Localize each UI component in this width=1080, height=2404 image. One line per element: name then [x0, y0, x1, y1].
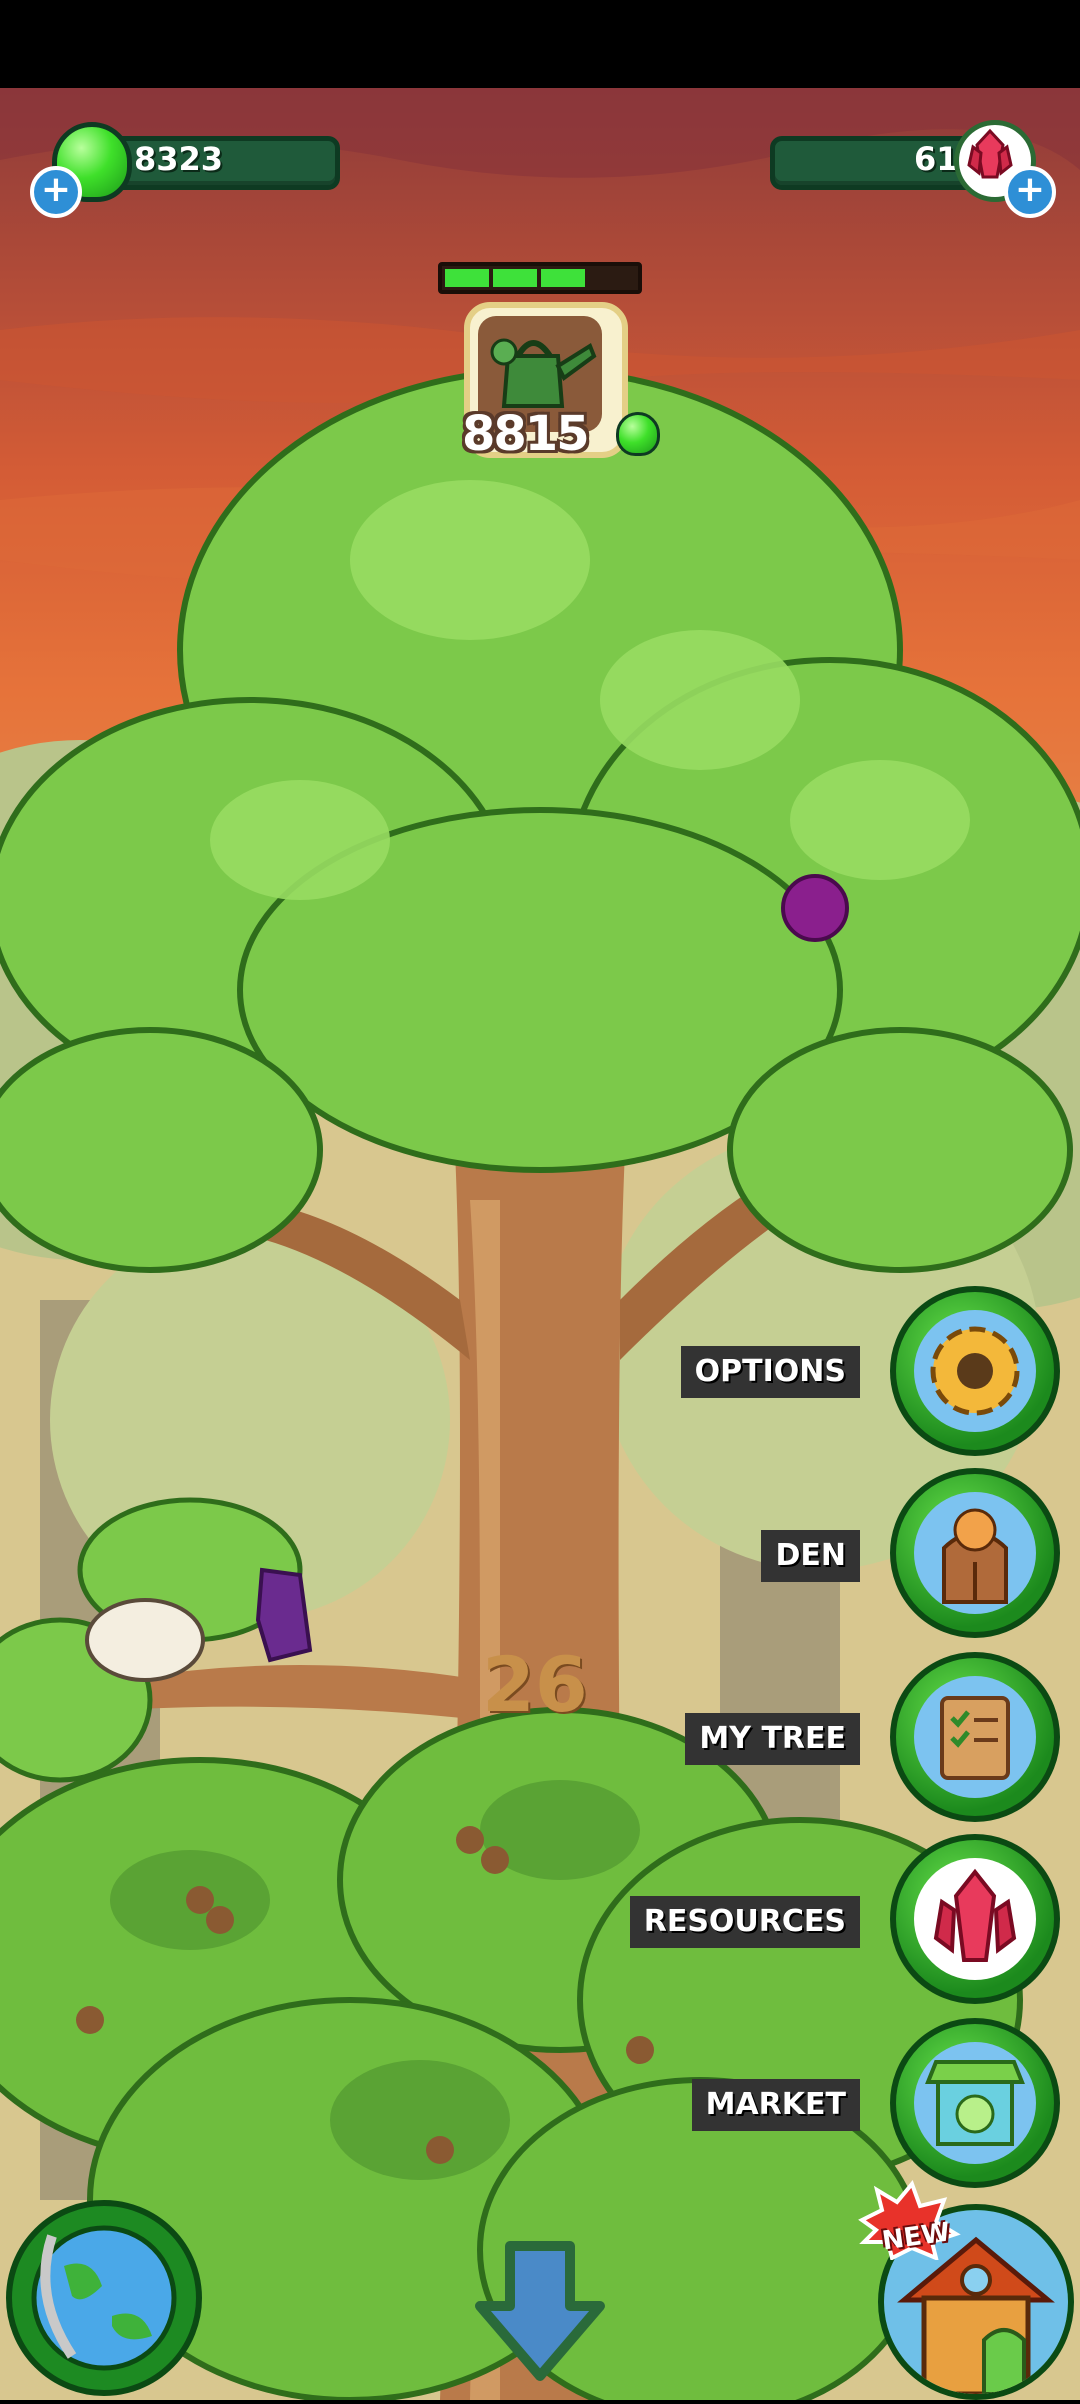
- new-badge: NEW: [852, 2180, 962, 2262]
- red-crystal-icon: [914, 1858, 1036, 1980]
- add-green-gems-icon[interactable]: +: [30, 166, 82, 218]
- globe-icon: [31, 2225, 177, 2371]
- my-tree-label[interactable]: MY TREE: [685, 1713, 860, 1765]
- progress-segment: [493, 269, 537, 287]
- red-crystal-counter[interactable]: 61 +: [730, 120, 1060, 218]
- green-gem-counter[interactable]: 8323 +: [28, 122, 358, 218]
- my-tree-button[interactable]: [890, 1652, 1060, 1822]
- add-red-crystals-icon[interactable]: +: [1004, 166, 1056, 218]
- down-arrow-icon: [475, 2241, 605, 2381]
- progress-segment: [541, 269, 585, 287]
- market-button[interactable]: [890, 2018, 1060, 2188]
- options-label[interactable]: OPTIONS: [680, 1346, 860, 1398]
- water-tree-reward[interactable]: 8815: [462, 302, 660, 462]
- resources-button[interactable]: [890, 1834, 1060, 2004]
- reward-gem-icon: [616, 412, 660, 456]
- status-bar: [0, 0, 1080, 88]
- cat-den-icon: [914, 1492, 1036, 1614]
- market-stall-icon: [914, 2042, 1036, 2164]
- gear-icon: [914, 1310, 1036, 1432]
- tree-level-number: 26: [482, 1640, 588, 1729]
- green-gem-value: 8323: [134, 140, 224, 178]
- progress-segment: [445, 269, 489, 287]
- scroll-down-button[interactable]: [470, 2236, 610, 2386]
- world-map-button[interactable]: [6, 2200, 202, 2396]
- den-button[interactable]: [890, 1468, 1060, 1638]
- market-label[interactable]: MARKET: [691, 2079, 860, 2131]
- resources-label[interactable]: RESOURCES: [629, 1896, 860, 1948]
- growth-progress-bar: [438, 262, 642, 294]
- den-label[interactable]: DEN: [761, 1530, 860, 1582]
- checklist-scroll-icon: [914, 1676, 1036, 1798]
- reward-amount: 8815: [462, 406, 590, 462]
- red-crystal-value: 61: [914, 140, 959, 178]
- options-button[interactable]: [890, 1286, 1060, 1456]
